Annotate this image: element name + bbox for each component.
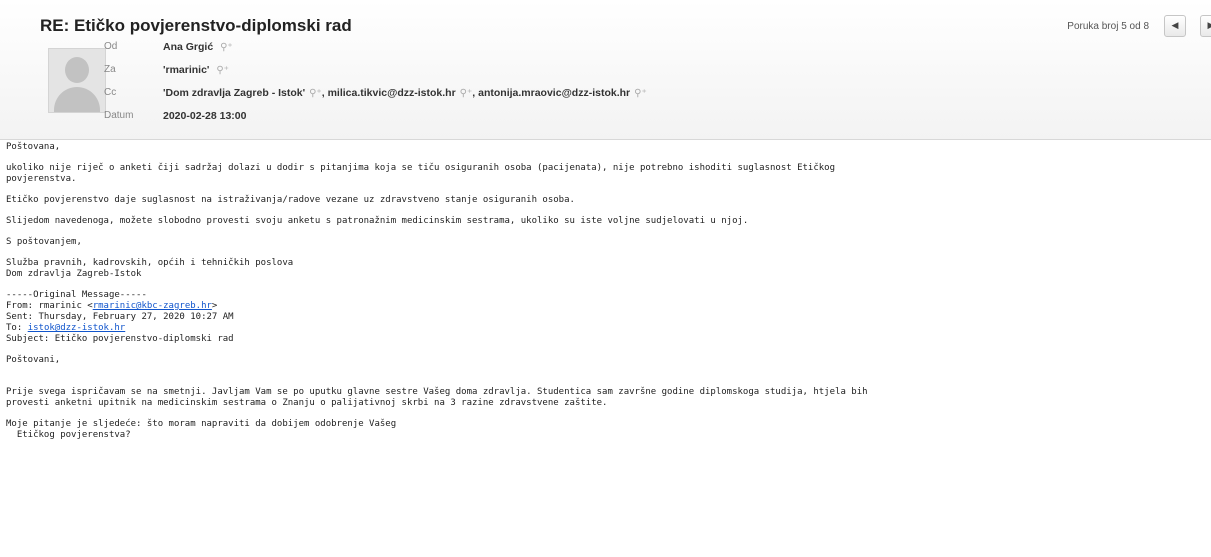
next-message-button[interactable]: ▶ <box>1200 15 1211 37</box>
add-contact-icon[interactable]: ⚲⁺ <box>460 88 473 99</box>
message-body: Poštovana, ukoliko nije riječ o anketi č… <box>6 142 1206 441</box>
body-greeting: Poštovana, <box>6 142 61 152</box>
original-to-email-link[interactable]: istok@dzz-istok.hr <box>28 323 126 333</box>
date-value: 2020-02-28 13:00 <box>163 110 247 122</box>
previous-message-button[interactable]: ◀ <box>1164 15 1186 37</box>
from-name[interactable]: Ana Grgić <box>163 41 213 53</box>
avatar-body-shape <box>54 87 100 112</box>
body-closing: S poštovanjem, <box>6 237 82 247</box>
to-label: Za <box>104 64 116 75</box>
cc-recipient[interactable]: 'Dom zdravlja Zagreb - Istok' <box>163 87 305 99</box>
message-subject: RE: Etičko povjerenstvo-diplomski rad <box>40 16 352 35</box>
original-to-line: To: istok@dzz-istok.hr <box>6 323 1206 334</box>
cc-recipient[interactable]: milica.tikvic@dzz-istok.hr <box>328 87 456 99</box>
body-paragraph: Etičko povjerenstvo daje suglasnost na i… <box>6 195 575 205</box>
message-counter: Poruka broj 5 od 8 <box>1067 21 1149 32</box>
body-paragraph: Prije svega ispričavam se na smetnji. Ja… <box>6 387 868 408</box>
body-paragraph: Slijedom navedenoga, možete slobodno pro… <box>6 216 749 226</box>
cc-label: Cc <box>104 87 117 98</box>
original-from-suffix: > <box>211 301 218 311</box>
from-value: Ana Grgić ⚲⁺ <box>163 41 233 53</box>
message-header: RE: Etičko povjerenstvo-diplomski rad Od… <box>0 0 1211 140</box>
arrow-left-icon: ◀ <box>1171 21 1179 31</box>
cc-value: 'Dom zdravlja Zagreb - Istok' ⚲⁺, milica.… <box>163 87 647 99</box>
to-name[interactable]: 'rmarinic' <box>163 64 209 76</box>
add-contact-icon[interactable]: ⚲⁺ <box>634 88 647 99</box>
body-signature: Služba pravnih, kadrovskih, općih i tehn… <box>6 258 294 279</box>
original-subject-line: Subject: Etičko povjerenstvo-diplomski r… <box>6 334 234 344</box>
avatar-head-shape <box>65 57 89 83</box>
add-contact-icon[interactable]: ⚲⁺ <box>216 65 229 76</box>
original-from-email-link[interactable]: rmarinic@kbc-zagreb.hr <box>93 301 212 311</box>
from-label: Od <box>104 41 118 52</box>
to-value: 'rmarinic' ⚲⁺ <box>163 64 229 76</box>
date-label: Datum <box>104 110 134 121</box>
body-paragraph: Moje pitanje je sljedeće: što moram napr… <box>6 419 397 440</box>
original-from-prefix: From: rmarinic < <box>6 301 93 311</box>
arrow-right-icon: ▶ <box>1207 21 1211 31</box>
body-paragraph: ukoliko nije riječ o anketi čiji sadržaj… <box>6 163 836 184</box>
sender-avatar <box>48 48 106 113</box>
add-contact-icon[interactable]: ⚲⁺ <box>220 42 233 53</box>
original-sent-line: Sent: Thursday, February 27, 2020 10:27 … <box>6 312 234 322</box>
cc-recipient[interactable]: antonija.mraovic@dzz-istok.hr <box>478 87 630 99</box>
original-from-line: From: rmarinic <rmarinic@kbc-zagreb.hr> <box>6 301 1206 312</box>
original-message-marker: -----Original Message----- <box>6 290 147 300</box>
body-greeting-2: Poštovani, <box>6 355 61 365</box>
original-to-prefix: To: <box>6 323 28 333</box>
add-contact-icon[interactable]: ⚲⁺ <box>309 88 322 99</box>
